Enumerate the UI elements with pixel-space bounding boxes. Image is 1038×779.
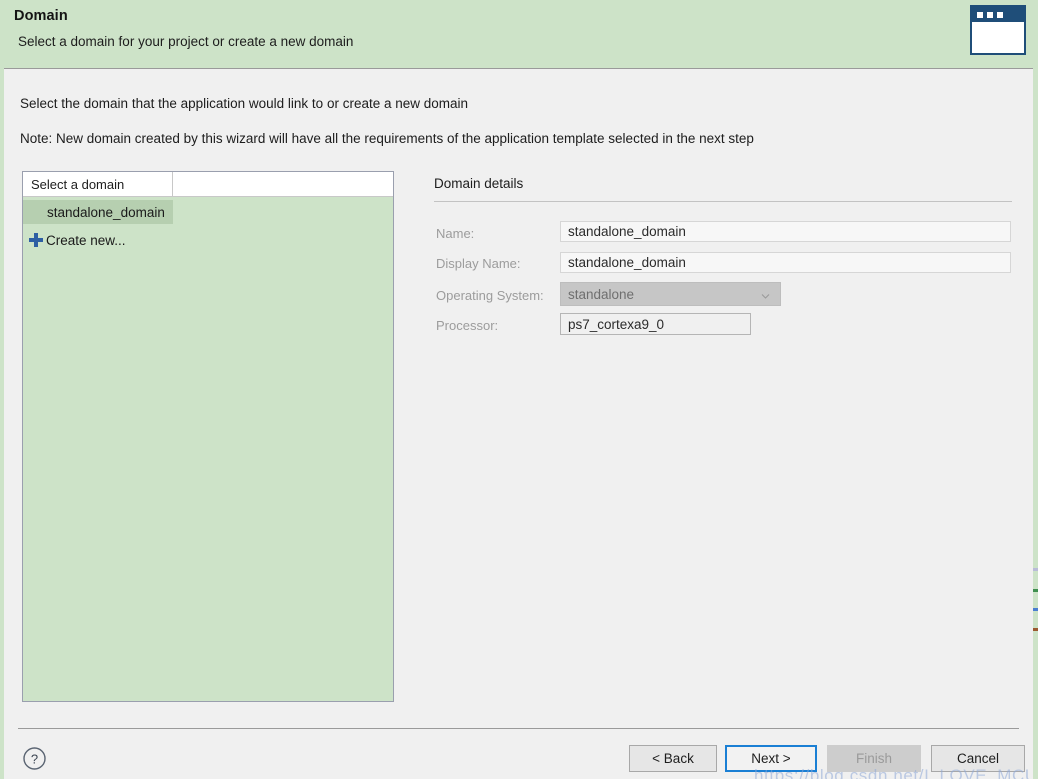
page-subtitle: Select a domain for your project or crea… [18,34,354,49]
domain-list-panel[interactable]: Select a domain standalone_domain Create… [22,171,394,702]
page-title: Domain [14,8,68,24]
domain-wizard-dialog: Domain Select a domain for your project … [4,0,1033,779]
wizard-window-icon [970,5,1026,55]
list-item-create-new[interactable]: Create new... [23,228,126,252]
processor-value: ps7_cortexa9_0 [568,316,665,332]
background-artifact [1033,628,1038,631]
operating-system-label: Operating System: [436,288,544,303]
column-header-select-a-domain: Select a domain [23,172,173,197]
wizard-window-icon-titlebar [972,7,1024,22]
footer-divider [18,728,1019,729]
display-name-value: standalone_domain [568,255,686,270]
background-artifact [1033,589,1038,592]
details-section-title: Domain details [434,176,524,191]
back-button[interactable]: < Back [629,745,717,772]
list-item-label: standalone_domain [47,204,165,220]
instruction-line-2: Note: New domain created by this wizard … [20,131,754,146]
wizard-header: Domain Select a domain for your project … [4,0,1033,69]
name-field[interactable]: standalone_domain [560,221,1011,242]
name-value: standalone_domain [568,224,686,239]
domain-list-header: Select a domain [23,172,393,197]
plus-icon [29,233,43,247]
processor-field[interactable]: ps7_cortexa9_0 [560,313,751,335]
details-section-divider [434,201,1012,202]
column-header-empty [173,172,393,197]
name-label: Name: [436,226,475,241]
chevron-down-icon [761,292,770,301]
list-item-standalone-domain[interactable]: standalone_domain [23,200,173,224]
help-icon[interactable]: ? [22,746,47,771]
display-name-label: Display Name: [436,256,521,271]
cancel-button[interactable]: Cancel [931,745,1025,772]
operating-system-value: standalone [568,286,635,302]
display-name-field[interactable]: standalone_domain [560,252,1011,273]
operating-system-dropdown[interactable]: standalone [560,282,781,306]
list-item-label: Create new... [46,232,126,248]
finish-button: Finish [827,745,921,772]
next-button[interactable]: Next > [725,745,817,772]
background-artifact [1033,608,1038,611]
instruction-line-1: Select the domain that the application w… [20,96,469,111]
background-artifact [1033,568,1038,571]
desktop-background-right [1033,0,1037,779]
processor-label: Processor: [436,318,499,333]
svg-text:?: ? [31,752,38,767]
